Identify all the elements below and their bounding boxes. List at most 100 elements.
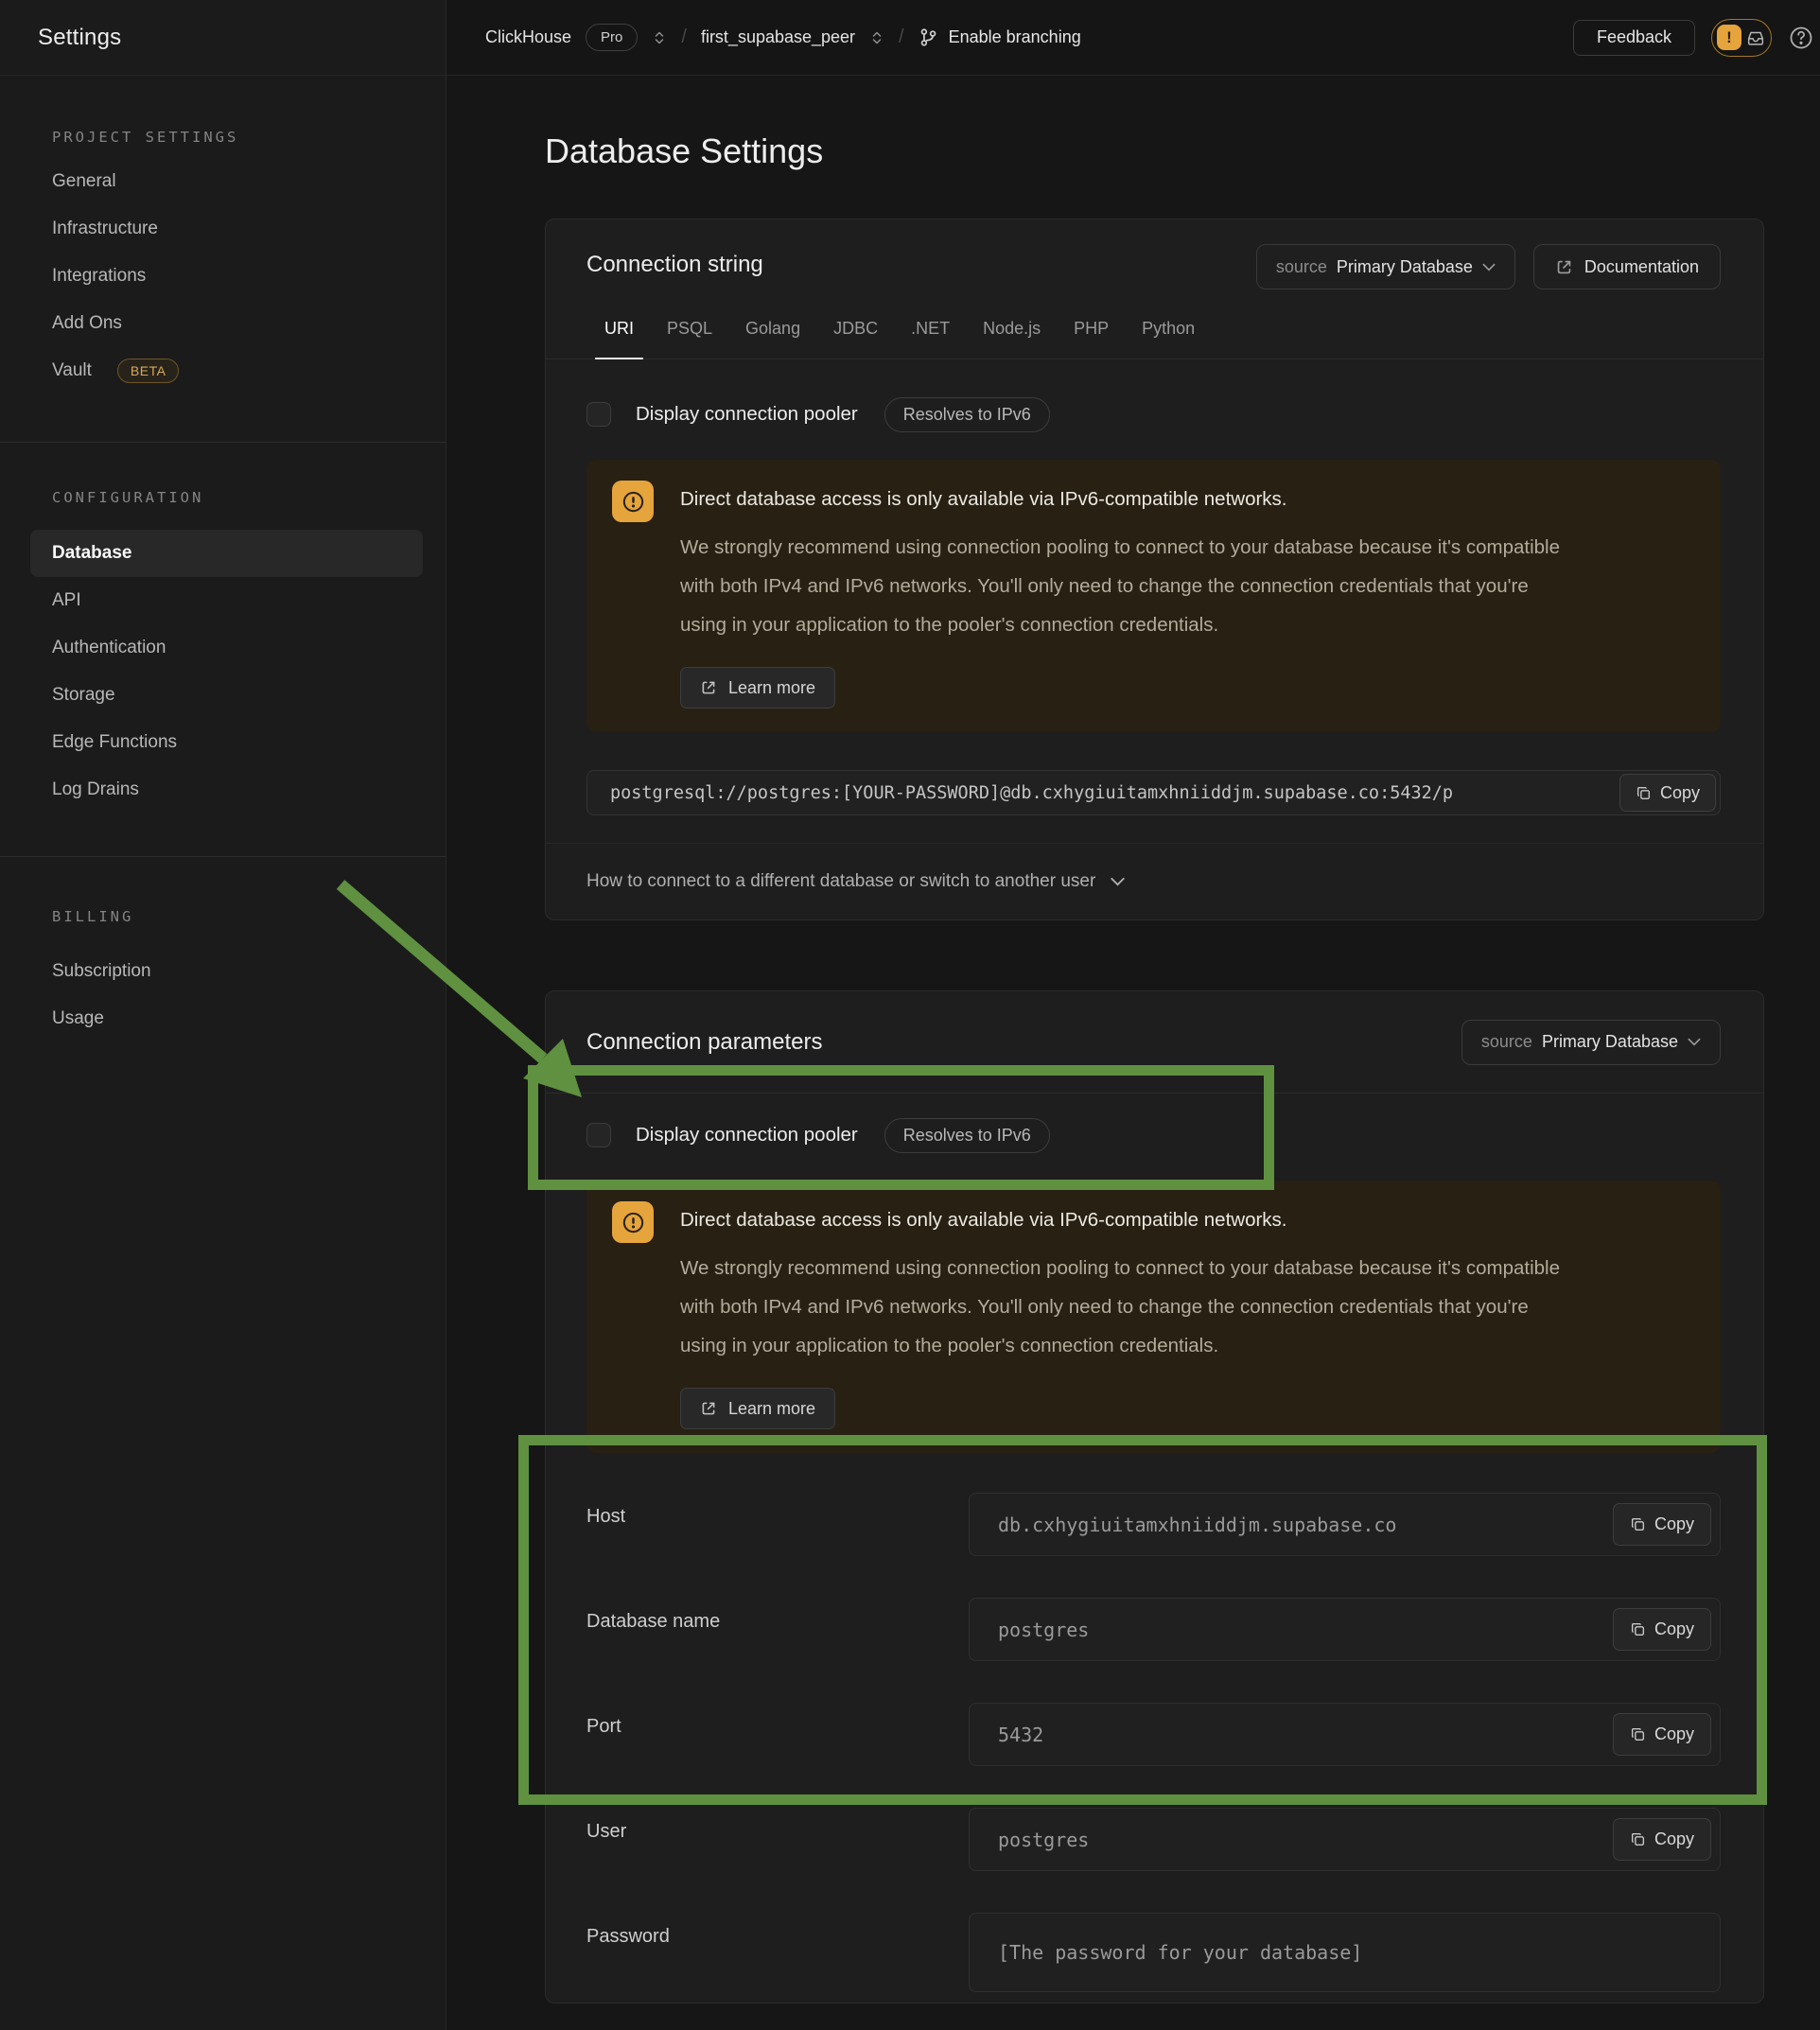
pooler-label: Display connection pooler — [636, 403, 858, 426]
copy-icon — [1630, 1726, 1646, 1742]
ipv6-warning-banner: Direct database access is only available… — [586, 460, 1721, 732]
settings-sidebar: Settings PROJECT SETTINGS General Infras… — [0, 0, 446, 2030]
connection-parameters-title: Connection parameters — [586, 1029, 822, 1056]
chevron-down-icon — [1688, 1038, 1701, 1046]
sidebar-item-infrastructure[interactable]: Infrastructure — [0, 205, 446, 253]
host-input[interactable]: db.cxhygiuitamxhniiddjm.supabase.co Copy — [969, 1493, 1721, 1556]
connection-uri-value: postgresql://postgres:[YOUR-PASSWORD]@db… — [610, 783, 1453, 803]
source-select[interactable]: source Primary Database — [1256, 244, 1515, 289]
topbar-actions: Feedback ! — [1573, 19, 1814, 57]
user-label: User — [586, 1808, 969, 1843]
caret-sort-icon — [652, 29, 667, 46]
warning-title: Direct database access is only available… — [680, 1201, 1574, 1239]
copy-button[interactable]: Copy — [1619, 774, 1716, 812]
sidebar-item-subscription[interactable]: Subscription — [0, 948, 446, 995]
sidebar-title: Settings — [38, 25, 121, 51]
sidebar-item-add-ons[interactable]: Add Ons — [0, 300, 446, 347]
section-header-project-settings: PROJECT SETTINGS — [52, 129, 446, 148]
sidebar-item-authentication[interactable]: Authentication — [0, 624, 446, 672]
connect-help-expander[interactable]: How to connect to a different database o… — [546, 843, 1763, 919]
tab-psql[interactable]: PSQL — [657, 318, 722, 359]
project-name[interactable]: first_supabase_peer — [701, 27, 855, 47]
connection-type-tabs: URI PSQL Golang JDBC .NET Node.js PHP Py… — [546, 318, 1763, 359]
sidebar-item-database[interactable]: Database — [30, 530, 423, 577]
port-input[interactable]: 5432 Copy — [969, 1703, 1721, 1766]
password-input[interactable]: [The password for your database] — [969, 1913, 1721, 1992]
copy-button[interactable]: Copy — [1613, 1503, 1711, 1546]
learn-more-button[interactable]: Learn more — [680, 667, 835, 709]
sidebar-item-api[interactable]: API — [0, 577, 446, 624]
tab-jdbc[interactable]: JDBC — [824, 318, 887, 359]
copy-icon — [1630, 1621, 1646, 1637]
sidebar-item-general[interactable]: General — [0, 158, 446, 205]
host-label: Host — [586, 1493, 969, 1528]
plan-badge[interactable]: Pro — [586, 24, 638, 51]
copy-button[interactable]: Copy — [1613, 1818, 1711, 1861]
page-title: Database Settings — [545, 130, 1764, 172]
alert-icon — [612, 481, 654, 522]
source-select[interactable]: source Primary Database — [1461, 1020, 1721, 1065]
git-branch-icon — [919, 27, 938, 47]
resolves-to-ipv6-badge: Resolves to IPv6 — [884, 397, 1050, 432]
sidebar-item-edge-functions[interactable]: Edge Functions — [0, 719, 446, 766]
tab-nodejs[interactable]: Node.js — [973, 318, 1050, 359]
tab-php[interactable]: PHP — [1064, 318, 1118, 359]
connection-uri-field[interactable]: postgresql://postgres:[YOUR-PASSWORD]@db… — [586, 770, 1721, 815]
tab-golang[interactable]: Golang — [736, 318, 810, 359]
alert-badge: ! — [1717, 25, 1741, 50]
learn-more-button[interactable]: Learn more — [680, 1388, 835, 1429]
breadcrumb-divider: / — [899, 26, 904, 48]
tab-uri[interactable]: URI — [595, 318, 643, 359]
warning-title: Direct database access is only available… — [680, 481, 1574, 518]
enable-branching-button[interactable]: Enable branching — [919, 27, 1081, 47]
database-name-label: Database name — [586, 1598, 969, 1633]
sidebar-item-usage[interactable]: Usage — [0, 995, 446, 1042]
display-connection-pooler-checkbox[interactable] — [586, 1123, 611, 1147]
warning-body: We strongly recommend using connection p… — [680, 1249, 1574, 1365]
help-button[interactable] — [1788, 25, 1814, 51]
user-input[interactable]: postgres Copy — [969, 1808, 1721, 1871]
resolves-to-ipv6-badge: Resolves to IPv6 — [884, 1118, 1050, 1153]
copy-icon — [1636, 785, 1652, 801]
password-label: Password — [586, 1913, 969, 1948]
alert-icon — [612, 1201, 654, 1243]
breadcrumb-divider: / — [681, 26, 687, 48]
copy-button[interactable]: Copy — [1613, 1713, 1711, 1756]
documentation-button[interactable]: Documentation — [1533, 244, 1721, 289]
copy-icon — [1630, 1831, 1646, 1847]
database-name-input[interactable]: postgres Copy — [969, 1598, 1721, 1661]
display-connection-pooler-checkbox[interactable] — [586, 402, 611, 427]
breadcrumb: ClickHouse Pro / first_supabase_peer / E… — [485, 24, 1081, 51]
warning-body: We strongly recommend using connection p… — [680, 528, 1574, 644]
inbox-icon — [1745, 27, 1766, 48]
topbar: ClickHouse Pro / first_supabase_peer / E… — [446, 0, 1820, 76]
connection-string-title: Connection string — [586, 252, 763, 278]
sidebar-divider — [0, 856, 446, 857]
chevron-down-icon — [1111, 877, 1125, 886]
port-label: Port — [586, 1703, 969, 1738]
sidebar-item-vault[interactable]: Vault BETA — [0, 347, 446, 394]
help-icon — [1788, 25, 1814, 51]
tab-python[interactable]: Python — [1132, 318, 1204, 359]
feedback-button[interactable]: Feedback — [1573, 20, 1695, 56]
notifications-button[interactable]: ! — [1711, 19, 1772, 57]
sidebar-item-storage[interactable]: Storage — [0, 672, 446, 719]
sidebar-item-integrations[interactable]: Integrations — [0, 253, 446, 300]
pooler-label: Display connection pooler — [636, 1124, 858, 1146]
field-row-port: Port 5432 Copy — [586, 1703, 1721, 1766]
external-link-icon — [1555, 258, 1573, 276]
pooler-row: Display connection pooler Resolves to IP… — [586, 1114, 1721, 1156]
sidebar-header: Settings — [0, 0, 446, 76]
chevron-down-icon — [1482, 263, 1496, 271]
ipv6-warning-banner: Direct database access is only available… — [586, 1181, 1721, 1453]
org-name[interactable]: ClickHouse — [485, 27, 571, 47]
sidebar-item-log-drains[interactable]: Log Drains — [0, 766, 446, 814]
project-selector-button[interactable] — [869, 29, 884, 46]
copy-button[interactable]: Copy — [1613, 1608, 1711, 1651]
tab-dotnet[interactable]: .NET — [901, 318, 959, 359]
connection-parameters-card: Connection parameters source Primary Dat… — [545, 990, 1764, 2004]
org-selector-button[interactable] — [652, 29, 667, 46]
external-link-icon — [700, 1400, 717, 1417]
field-row-host: Host db.cxhygiuitamxhniiddjm.supabase.co… — [586, 1493, 1721, 1556]
field-row-user: User postgres Copy — [586, 1808, 1721, 1871]
